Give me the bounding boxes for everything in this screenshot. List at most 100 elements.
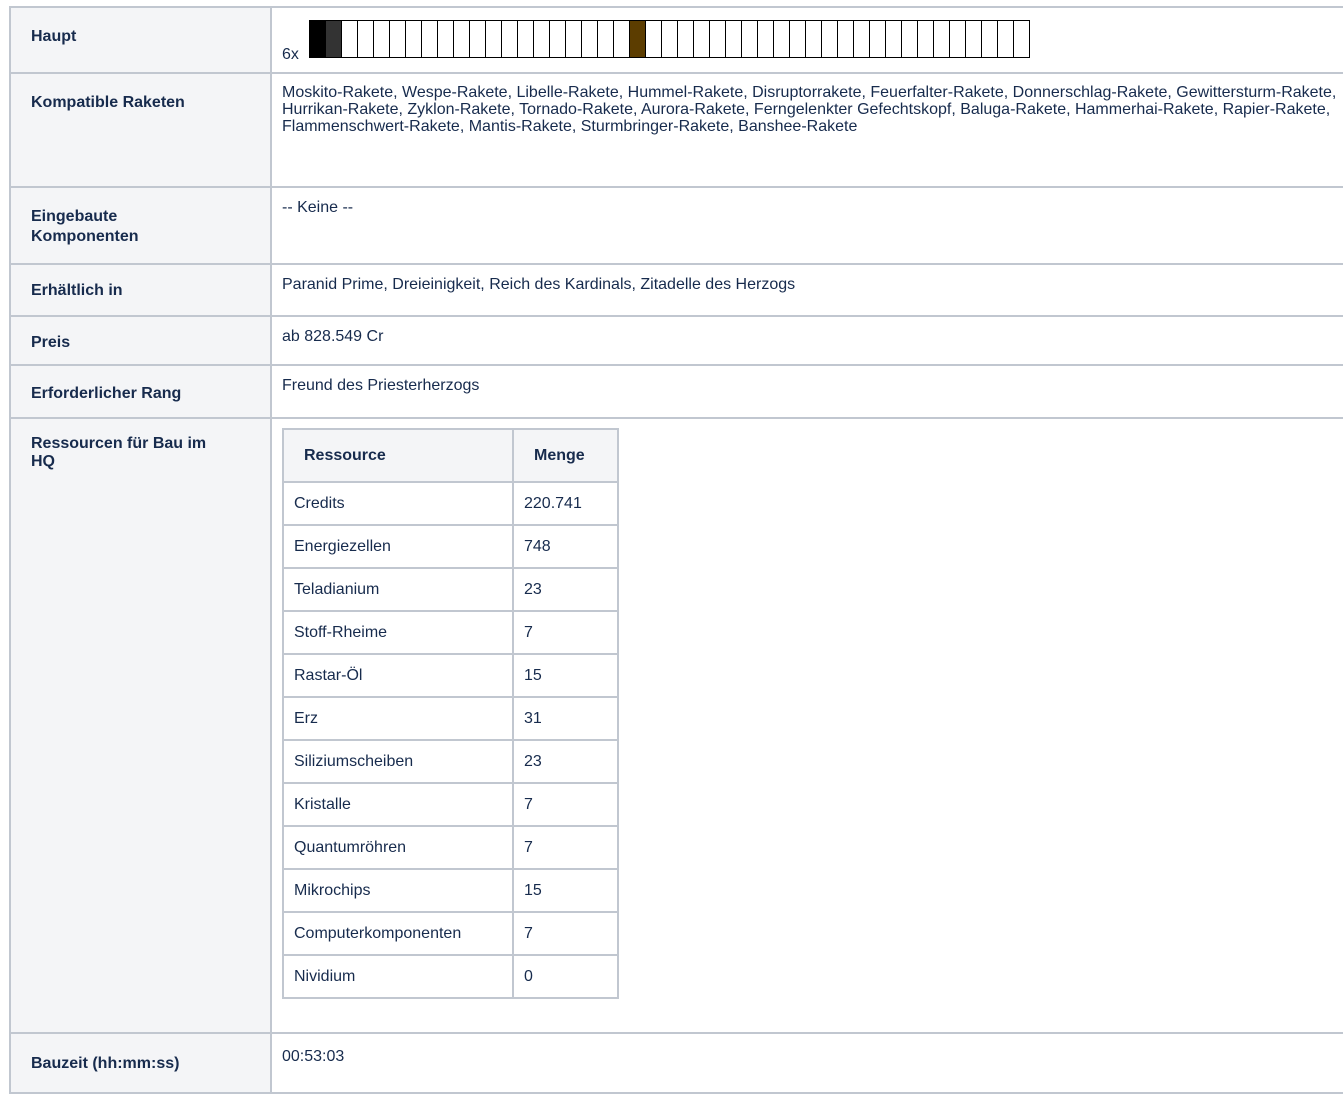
resource-name: Mikrochips: [282, 868, 514, 913]
resource-name: Teladianium: [282, 567, 514, 612]
resource-amount: 15: [512, 653, 619, 698]
table-row: Mikrochips 15: [282, 868, 619, 913]
row-value: Ressource Menge Credits 220.741 Energiezel…: [270, 417, 1343, 1034]
table-row: Stoff-Rheime 7: [282, 610, 619, 655]
slot-cell: [374, 21, 390, 57]
row-header: Preis: [9, 315, 272, 366]
row-eingebaut: Eingebaute Komponenten -- Keine --: [9, 186, 1343, 265]
row-erhaeltlich: Erhältlich in Paranid Prime, Dreieinigke…: [9, 263, 1343, 317]
slot-cell: [790, 21, 806, 57]
slot-cell: [534, 21, 550, 57]
slot-cell: [470, 21, 486, 57]
resource-name: Credits: [282, 481, 514, 526]
row-label-preis: Preis: [31, 334, 71, 351]
resource-amount: 7: [512, 825, 619, 870]
slot-count: 6x: [282, 46, 299, 63]
table-row: Teladianium 23: [282, 567, 619, 612]
resource-amount: 15: [512, 868, 619, 913]
row-value: Paranid Prime, Dreieinigkeit, Reich des …: [270, 263, 1343, 317]
resource-name: Erz: [282, 696, 514, 741]
resource-amount: 7: [512, 782, 619, 827]
slot-cell: [918, 21, 934, 57]
built-in-components: -- Keine --: [282, 199, 354, 216]
resource-name: Nividium: [282, 954, 514, 999]
slot-cell: [1014, 21, 1030, 57]
row-label-rang: Erforderlicher Rang: [31, 385, 182, 402]
resources-table: Ressource Menge Credits 220.741 Energiezel…: [282, 428, 619, 999]
table-row: Computerkomponenten 7: [282, 911, 619, 956]
slot-cell: [502, 21, 518, 57]
slot-bar: [309, 20, 1030, 58]
slot-cell: [934, 21, 950, 57]
row-value: Freund des Priesterherzogs: [270, 364, 1343, 419]
row-header: Ressourcen für Bau im HQ: [9, 417, 272, 1034]
table-row: Erz 31: [282, 696, 619, 741]
required-rank: Freund des Priesterherzogs: [282, 377, 480, 394]
table-row: Siliziumscheiben 23: [282, 739, 619, 784]
row-header: Erhältlich in: [9, 263, 272, 317]
slot-cell: [822, 21, 838, 57]
slot-cell: [342, 21, 358, 57]
resource-name: Rastar-Öl: [282, 653, 514, 698]
slot-cell: [662, 21, 678, 57]
slot-display: 6x: [272, 8, 1343, 64]
slot-cell: [870, 21, 886, 57]
slot-cell: [998, 21, 1014, 57]
column-header-resource: Ressource: [282, 428, 514, 483]
row-label-erhaeltlich: Erhältlich in: [31, 282, 123, 299]
slot-cell: [854, 21, 870, 57]
row-ressourcen: Ressourcen für Bau im HQ Ressource Menge…: [9, 417, 1343, 1034]
row-label-bauzeit: Bauzeit (hh:mm:ss): [31, 1055, 180, 1072]
page: Haupt 6x Kompatible Raketen Moskito-Rake…: [0, 0, 1343, 1095]
table-row: Quantumröhren 7: [282, 825, 619, 870]
row-value: Moskito-Rakete, Wespe-Rakete, Libelle-Ra…: [270, 72, 1343, 188]
slot-cell: [838, 21, 854, 57]
price: ab 828.549 Cr: [282, 328, 384, 345]
table-row: Kristalle 7: [282, 782, 619, 827]
row-value: 00:53:03: [270, 1032, 1343, 1094]
slot-cell: [422, 21, 438, 57]
row-label-eingebaut: Eingebaute Komponenten: [31, 208, 139, 245]
slot-cell: [406, 21, 422, 57]
slot-cell: [982, 21, 998, 57]
row-preis: Preis ab 828.549 Cr: [9, 315, 1343, 366]
slot-cell: [582, 21, 598, 57]
slot-cell: [886, 21, 902, 57]
row-bauzeit: Bauzeit (hh:mm:ss) 00:53:03: [9, 1032, 1343, 1094]
resource-name: Stoff-Rheime: [282, 610, 514, 655]
row-header: Bauzeit (hh:mm:ss): [9, 1032, 272, 1094]
row-header: Haupt: [9, 6, 272, 74]
slot-cell: [326, 21, 342, 57]
table-row: Rastar-Öl 15: [282, 653, 619, 698]
resource-amount: 7: [512, 610, 619, 655]
row-header: Kompatible Raketen: [9, 72, 272, 188]
available-in: Paranid Prime, Dreieinigkeit, Reich des …: [282, 276, 796, 293]
slot-cell: [550, 21, 566, 57]
row-header: Eingebaute Komponenten: [9, 186, 272, 265]
slot-cell: [454, 21, 470, 57]
table-row: Credits 220.741: [282, 481, 619, 526]
slot-cell: [310, 21, 326, 57]
slot-cell: [630, 21, 646, 57]
row-header: Erforderlicher Rang: [9, 364, 272, 419]
build-time: 00:53:03: [282, 1048, 345, 1065]
slot-cell: [774, 21, 790, 57]
resource-amount: 31: [512, 696, 619, 741]
slot-cell: [358, 21, 374, 57]
resources-header-row: Ressource Menge: [282, 428, 619, 483]
slot-cell: [646, 21, 662, 57]
slot-cell: [486, 21, 502, 57]
slot-cell: [966, 21, 982, 57]
table-row: Energiezellen 748: [282, 524, 619, 569]
resource-name: Computerkomponenten: [282, 911, 514, 956]
resource-name: Kristalle: [282, 782, 514, 827]
resource-amount: 23: [512, 739, 619, 784]
slot-cell: [710, 21, 726, 57]
row-kompatibel: Kompatible Raketen Moskito-Rakete, Wespe…: [9, 72, 1343, 188]
row-value: ab 828.549 Cr: [270, 315, 1343, 366]
resource-amount: 220.741: [512, 481, 619, 526]
slot-cell: [758, 21, 774, 57]
resource-name: Energiezellen: [282, 524, 514, 569]
resource-name: Quantumröhren: [282, 825, 514, 870]
resource-amount: 748: [512, 524, 619, 569]
